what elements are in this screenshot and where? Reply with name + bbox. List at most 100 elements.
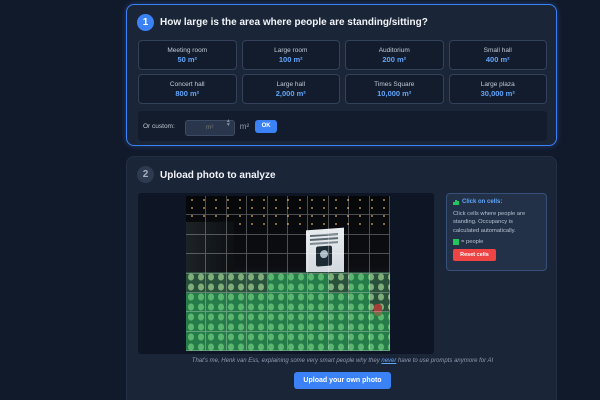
option-large-plaza[interactable]: Large plaza 30,000 m² — [448, 74, 547, 104]
grid-cell[interactable] — [308, 331, 329, 351]
grid-cell[interactable] — [206, 273, 227, 293]
grid-cell[interactable] — [308, 292, 329, 313]
grid-cell[interactable] — [287, 312, 309, 332]
grid-cell[interactable] — [308, 196, 329, 216]
grid-cell[interactable] — [267, 292, 288, 313]
grid-cell[interactable] — [369, 312, 390, 332]
grid-cell[interactable] — [349, 273, 370, 293]
caption-text-start: That's me, Henk van Ess, explaining some… — [191, 358, 382, 364]
grid-cell[interactable] — [247, 292, 268, 313]
grid-cell[interactable] — [349, 196, 370, 216]
grid-cell[interactable] — [308, 254, 329, 274]
grid-cell[interactable] — [349, 331, 370, 351]
area-options-grid: Meeting room 50 m² Large room 100 m² Aud… — [138, 40, 547, 104]
grid-cell[interactable] — [287, 292, 309, 313]
grid-cell[interactable] — [328, 292, 350, 313]
grid-cell[interactable] — [186, 196, 207, 216]
grid-cell[interactable] — [226, 273, 248, 293]
option-auditorium[interactable]: Auditorium 200 m² — [345, 40, 444, 70]
grid-cell[interactable] — [287, 254, 309, 274]
grid-cell[interactable] — [267, 234, 288, 255]
grid-cell[interactable] — [186, 292, 207, 313]
grid-cell[interactable] — [308, 234, 329, 255]
grid-cell[interactable] — [226, 254, 248, 274]
grid-cell[interactable] — [247, 196, 268, 216]
grid-cell[interactable] — [328, 234, 350, 255]
grid-cell[interactable] — [186, 331, 207, 351]
grid-cell[interactable] — [186, 312, 207, 332]
grid-cell[interactable] — [369, 273, 390, 293]
grid-cell[interactable] — [349, 215, 370, 235]
grid-cell[interactable] — [349, 234, 370, 255]
grid-cell[interactable] — [247, 331, 268, 351]
grid-cell[interactable] — [287, 331, 309, 351]
option-concert-hall[interactable]: Concert hall 800 m² — [138, 74, 237, 104]
grid-cell[interactable] — [349, 312, 370, 332]
grid-cell[interactable] — [206, 331, 227, 351]
grid-cell[interactable] — [247, 215, 268, 235]
grid-cell[interactable] — [308, 273, 329, 293]
grid-cell[interactable] — [369, 196, 390, 216]
grid-cell[interactable] — [267, 331, 288, 351]
instructions-title-row: Click on cells: — [453, 199, 540, 205]
grid-cell[interactable] — [328, 331, 350, 351]
grid-cell[interactable] — [369, 254, 390, 274]
number-spinner-icon[interactable]: ▲ ▼ — [226, 119, 231, 128]
grid-cell[interactable] — [206, 196, 227, 216]
grid-cell[interactable] — [369, 292, 390, 313]
grid-cell[interactable] — [267, 312, 288, 332]
custom-area-field-wrap: ▲▼ — [184, 116, 235, 136]
grid-cell[interactable] — [186, 234, 207, 255]
grid-cell[interactable] — [226, 196, 248, 216]
grid-cell[interactable] — [267, 273, 288, 293]
grid-cell[interactable] — [287, 196, 309, 216]
grid-cell[interactable] — [186, 254, 207, 274]
reset-cells-button[interactable]: Reset cells — [453, 249, 496, 262]
grid-cell[interactable] — [328, 196, 350, 216]
grid-cell[interactable] — [247, 273, 268, 293]
grid-cell[interactable] — [206, 312, 227, 332]
step-1-badge: 1 — [137, 14, 154, 31]
grid-cell[interactable] — [267, 196, 288, 216]
grid-cell[interactable] — [226, 312, 248, 332]
grid-cell[interactable] — [287, 215, 309, 235]
grid-cell[interactable] — [308, 215, 329, 235]
grid-cell[interactable] — [206, 292, 227, 313]
grid-cell[interactable] — [206, 234, 227, 255]
grid-cell[interactable] — [186, 273, 207, 293]
grid-cell[interactable] — [247, 234, 268, 255]
option-meeting-room[interactable]: Meeting room 50 m² — [138, 40, 237, 70]
grid-cell[interactable] — [328, 254, 350, 274]
option-large-room[interactable]: Large room 100 m² — [241, 40, 340, 70]
grid-cell[interactable] — [267, 254, 288, 274]
grid-cell[interactable] — [287, 234, 309, 255]
grid-cell[interactable] — [206, 215, 227, 235]
option-large-hall[interactable]: Large hall 2,000 m² — [241, 74, 340, 104]
grid-cell[interactable] — [308, 312, 329, 332]
upload-photo-button[interactable]: Upload your own photo — [294, 372, 391, 389]
option-times-square[interactable]: Times Square 10,000 m² — [345, 74, 444, 104]
custom-area-ok-button[interactable]: OK — [255, 119, 278, 133]
grid-cell[interactable] — [226, 234, 248, 255]
option-value: 100 m² — [278, 54, 303, 64]
grid-cell[interactable] — [369, 215, 390, 235]
grid-cell[interactable] — [349, 292, 370, 313]
grid-cell[interactable] — [328, 215, 350, 235]
grid-cell[interactable] — [247, 254, 268, 274]
option-small-hall[interactable]: Small hall 400 m² — [448, 40, 547, 70]
grid-cell[interactable] — [369, 234, 390, 255]
grid-cell[interactable] — [328, 312, 350, 332]
grid-cell[interactable] — [226, 292, 248, 313]
grid-cell[interactable] — [349, 254, 370, 274]
bar-chart-icon — [453, 199, 459, 205]
grid-cell[interactable] — [226, 215, 248, 235]
grid-cell[interactable] — [226, 331, 248, 351]
grid-cell[interactable] — [247, 312, 268, 332]
grid-cell[interactable] — [206, 254, 227, 274]
caption-link[interactable]: never — [381, 358, 396, 364]
grid-cell[interactable] — [369, 331, 390, 351]
grid-cell[interactable] — [328, 273, 350, 293]
grid-cell[interactable] — [287, 273, 309, 293]
grid-cell[interactable] — [267, 215, 288, 235]
grid-cell[interactable] — [186, 215, 207, 235]
